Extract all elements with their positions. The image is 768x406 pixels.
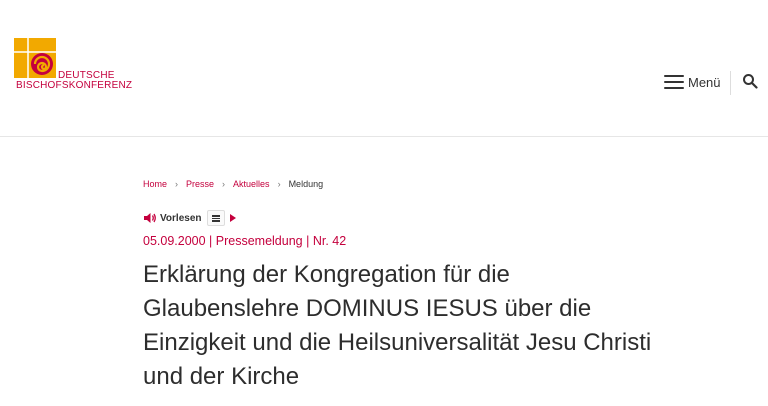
- readspeaker-bar: Vorlesen: [143, 210, 236, 226]
- breadcrumb: Home › Presse › Aktuelles › Meldung: [143, 179, 323, 189]
- breadcrumb-current: Meldung: [288, 179, 324, 189]
- meta-separator: |: [205, 234, 216, 248]
- breadcrumb-home[interactable]: Home: [143, 179, 167, 189]
- breadcrumb-separator: ›: [175, 179, 179, 189]
- breadcrumb-aktuelles[interactable]: Aktuelles: [233, 179, 270, 189]
- article-type: Pressemeldung: [215, 234, 303, 248]
- site-logo[interactable]: DEUTSCHE BISCHOFSKONFERENZ: [14, 38, 154, 98]
- search-button[interactable]: [742, 73, 758, 89]
- breadcrumb-separator: ›: [277, 179, 281, 189]
- breadcrumb-presse[interactable]: Presse: [186, 179, 214, 189]
- menu-label: Menü: [688, 74, 721, 90]
- breadcrumb-separator: ›: [222, 179, 226, 189]
- vorlesen-button[interactable]: Vorlesen: [143, 212, 202, 224]
- play-icon[interactable]: [229, 214, 236, 222]
- menu-button[interactable]: Menü: [664, 72, 721, 92]
- vorlesen-label: Vorlesen: [160, 212, 202, 224]
- readspeaker-menu-button[interactable]: [206, 210, 225, 226]
- hamburger-icon: [664, 75, 684, 89]
- article-date: 05.09.2000: [143, 234, 206, 248]
- article-meta: 05.09.2000 | Pressemeldung | Nr. 42: [143, 234, 346, 248]
- logo-text-line2: BISCHOFSKONFERENZ: [16, 80, 133, 91]
- logo-emblem: [14, 38, 56, 78]
- speaker-icon: [144, 213, 156, 223]
- article-title: Erklärung der Kongregation für die Glaub…: [143, 261, 652, 390]
- meta-separator: |: [302, 234, 313, 248]
- header-divider: [730, 71, 731, 95]
- site-header: DEUTSCHE BISCHOFSKONFERENZ Menü: [0, 0, 768, 137]
- search-icon: [743, 74, 758, 89]
- article-number: Nr. 42: [312, 234, 347, 248]
